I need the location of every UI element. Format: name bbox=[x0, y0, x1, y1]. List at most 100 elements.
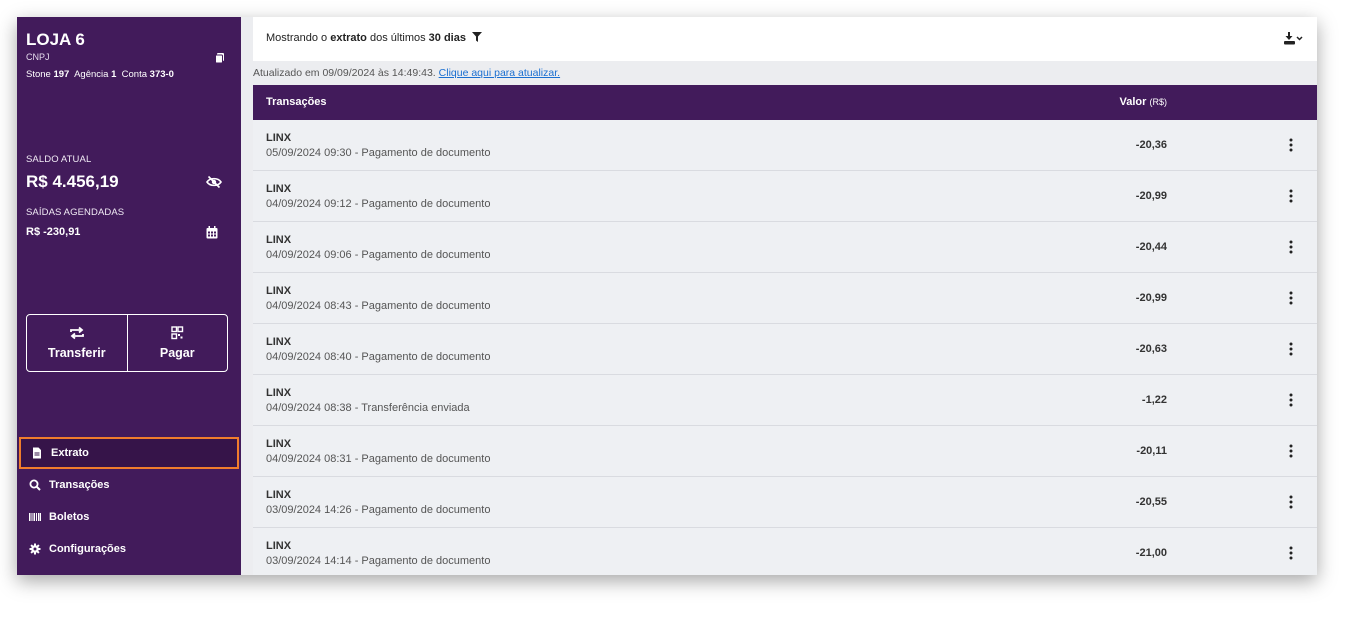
row-name: LINX bbox=[266, 387, 292, 399]
sidebar-item-boletos[interactable]: Boletos bbox=[17, 501, 241, 533]
statement-header: Mostrando o extrato dos últimos 30 dias bbox=[253, 17, 1317, 61]
more-options-icon[interactable] bbox=[1287, 239, 1295, 255]
quick-actions: Transferir Pagar bbox=[26, 314, 228, 372]
scheduled-value: R$ -230,91 bbox=[26, 226, 81, 238]
agency-value: 1 bbox=[111, 69, 117, 80]
row-name: LINX bbox=[266, 540, 292, 552]
row-description: 04/09/2024 08:38 - Transferência enviada bbox=[266, 402, 470, 414]
document-icon bbox=[33, 447, 41, 459]
header-extrato: extrato bbox=[330, 32, 367, 44]
barcode-icon bbox=[29, 513, 41, 521]
row-description: 04/09/2024 08:31 - Pagamento de document… bbox=[266, 453, 491, 465]
sidebar-item-configuracoes[interactable]: Configurações bbox=[17, 533, 241, 565]
row-name: LINX bbox=[266, 234, 292, 246]
transfer-icon bbox=[69, 326, 84, 340]
refresh-link[interactable]: Clique aqui para atualizar. bbox=[439, 67, 560, 79]
row-value: -20,99 bbox=[1135, 190, 1167, 202]
row-value: -20,99 bbox=[1135, 292, 1167, 304]
table-row[interactable]: LINX 03/09/2024 14:14 - Pagamento de doc… bbox=[253, 528, 1317, 575]
row-name: LINX bbox=[266, 132, 292, 144]
row-value: -20,36 bbox=[1135, 139, 1167, 151]
row-description: 04/09/2024 09:06 - Pagamento de document… bbox=[266, 249, 491, 261]
sidebar-item-label: Transações bbox=[49, 479, 110, 491]
current-balance-label: SALDO ATUAL bbox=[26, 154, 92, 165]
gear-icon bbox=[29, 543, 41, 555]
row-value: -21,00 bbox=[1135, 547, 1167, 559]
more-options-icon[interactable] bbox=[1287, 545, 1295, 561]
table-row[interactable]: LINX 04/09/2024 09:12 - Pagamento de doc… bbox=[253, 171, 1317, 222]
row-name: LINX bbox=[266, 438, 292, 450]
current-balance-value: R$ 4.456,19 bbox=[26, 172, 119, 191]
agency-label: Agência bbox=[74, 69, 109, 80]
more-options-icon[interactable] bbox=[1287, 188, 1295, 204]
store-name: LOJA 6 bbox=[26, 30, 85, 49]
bank-value: 197 bbox=[53, 69, 70, 80]
sidebar-item-extrato[interactable]: Extrato bbox=[19, 437, 239, 469]
table-row[interactable]: LINX 04/09/2024 08:43 - Pagamento de doc… bbox=[253, 273, 1317, 324]
table-row[interactable]: LINX 04/09/2024 08:31 - Pagamento de doc… bbox=[253, 426, 1317, 477]
search-icon bbox=[29, 479, 41, 491]
transfer-label: Transferir bbox=[47, 346, 106, 360]
main-content: Mostrando o extrato dos últimos 30 dias … bbox=[253, 17, 1317, 575]
table-row[interactable]: LINX 04/09/2024 09:06 - Pagamento de doc… bbox=[253, 222, 1317, 273]
pay-button[interactable]: Pagar bbox=[126, 315, 228, 371]
table-row[interactable]: LINX 04/09/2024 08:40 - Pagamento de doc… bbox=[253, 324, 1317, 375]
row-description: 05/09/2024 09:30 - Pagamento de document… bbox=[266, 147, 491, 159]
row-description: 03/09/2024 14:14 - Pagamento de document… bbox=[266, 555, 491, 567]
row-description: 04/09/2024 09:12 - Pagamento de document… bbox=[266, 198, 491, 210]
more-options-icon[interactable] bbox=[1287, 290, 1295, 306]
header-period: 30 dias bbox=[428, 32, 466, 44]
bank-label: Stone bbox=[26, 69, 51, 80]
header-prefix: Mostrando o bbox=[266, 32, 328, 44]
download-icon[interactable] bbox=[1283, 31, 1303, 47]
pay-label: Pagar bbox=[159, 346, 195, 360]
sidebar-item-label: Boletos bbox=[49, 511, 90, 523]
column-value: Valor (R$) bbox=[1120, 96, 1167, 108]
table-row[interactable]: LINX 03/09/2024 14:26 - Pagamento de doc… bbox=[253, 477, 1317, 528]
table-row[interactable]: LINX 05/09/2024 09:30 - Pagamento de doc… bbox=[253, 120, 1317, 171]
copy-icon[interactable] bbox=[214, 52, 226, 64]
row-value: -20,44 bbox=[1135, 241, 1167, 253]
last-updated: Atualizado em 09/09/2024 às 14:49:43. Cl… bbox=[253, 67, 560, 79]
sidebar-nav: Extrato Transações Boletos Configurações bbox=[17, 437, 241, 565]
account-label: Conta bbox=[121, 69, 148, 80]
row-value: -20,55 bbox=[1135, 496, 1167, 508]
sidebar: LOJA 6 CNPJ Stone 197 Agência 1 Conta 37… bbox=[17, 17, 241, 575]
eye-off-icon[interactable] bbox=[206, 175, 222, 189]
account-info: Stone 197 Agência 1 Conta 373-0 bbox=[26, 69, 174, 80]
app-window: LOJA 6 CNPJ Stone 197 Agência 1 Conta 37… bbox=[17, 17, 1317, 575]
transfer-button[interactable]: Transferir bbox=[27, 315, 127, 371]
column-value-unit: (R$) bbox=[1149, 97, 1168, 107]
calendar-icon[interactable] bbox=[206, 226, 218, 239]
sidebar-item-label: Configurações bbox=[49, 543, 127, 555]
table-row[interactable]: LINX 04/09/2024 08:38 - Transferência en… bbox=[253, 375, 1317, 426]
row-description: 03/09/2024 14:26 - Pagamento de document… bbox=[266, 504, 491, 516]
column-value-label: Valor bbox=[1119, 96, 1147, 108]
scheduled-label: SAÍDAS AGENDADAS bbox=[26, 207, 125, 218]
filter-icon[interactable] bbox=[472, 32, 483, 42]
more-options-icon[interactable] bbox=[1287, 443, 1295, 459]
table-header: Transações Valor (R$) bbox=[253, 85, 1317, 120]
more-options-icon[interactable] bbox=[1287, 137, 1295, 153]
row-description: 04/09/2024 08:40 - Pagamento de document… bbox=[266, 351, 491, 363]
row-value: -20,63 bbox=[1135, 343, 1167, 355]
column-transactions: Transações bbox=[266, 96, 327, 108]
qrcode-icon bbox=[171, 326, 184, 340]
cnpj-label: CNPJ bbox=[26, 52, 50, 62]
more-options-icon[interactable] bbox=[1287, 341, 1295, 357]
sidebar-item-label: Extrato bbox=[51, 447, 89, 459]
row-name: LINX bbox=[266, 285, 292, 297]
row-value: -20,11 bbox=[1136, 445, 1167, 457]
row-name: LINX bbox=[266, 336, 292, 348]
row-description: 04/09/2024 08:43 - Pagamento de document… bbox=[266, 300, 491, 312]
more-options-icon[interactable] bbox=[1287, 392, 1295, 408]
period-filter[interactable]: Mostrando o extrato dos últimos 30 dias bbox=[266, 32, 483, 44]
sidebar-item-transacoes[interactable]: Transações bbox=[17, 469, 241, 501]
more-options-icon[interactable] bbox=[1287, 494, 1295, 510]
transactions-list: LINX 05/09/2024 09:30 - Pagamento de doc… bbox=[253, 120, 1317, 575]
header-middle: dos últimos bbox=[369, 32, 426, 44]
row-name: LINX bbox=[266, 183, 292, 195]
updated-text: Atualizado em 09/09/2024 às 14:49:43. bbox=[253, 67, 436, 79]
account-value: 373-0 bbox=[149, 69, 174, 80]
row-value: -1,22 bbox=[1141, 394, 1167, 406]
